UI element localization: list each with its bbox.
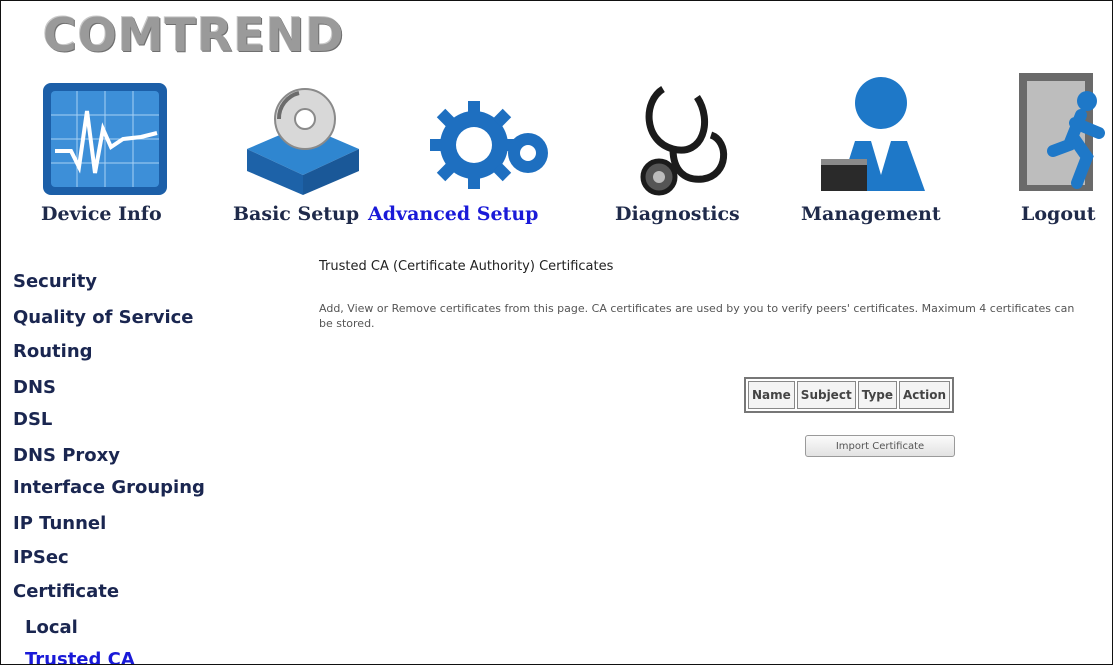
monitor-chart-icon: [43, 83, 167, 195]
column-header-subject: Subject: [796, 381, 856, 409]
column-header-name: Name: [748, 381, 795, 409]
column-header-action: Action: [899, 381, 951, 409]
sidebar-item-quality-of-service[interactable]: Quality of Service: [13, 307, 194, 328]
sidebar-item-security[interactable]: Security: [13, 271, 97, 292]
sidebar-item-local[interactable]: Local: [25, 617, 78, 638]
exit-door-icon: [1019, 73, 1105, 191]
sidebar-item-dsl[interactable]: DSL: [13, 409, 52, 430]
sidebar-item-certificate[interactable]: Certificate: [13, 581, 119, 602]
page-description: Add, View or Remove certificates from th…: [319, 302, 1075, 330]
column-header-type: Type: [857, 381, 897, 409]
nav-label: Basic Setup: [233, 203, 360, 225]
import-certificate-button[interactable]: Import Certificate: [805, 435, 955, 457]
nav-label: Management: [801, 203, 941, 225]
nav-label: Advanced Setup: [368, 203, 539, 225]
sidebar-item-dns-proxy[interactable]: DNS Proxy: [13, 445, 120, 466]
router-web-ui: COMTREND Device Info Basic Setup Advance…: [0, 0, 1113, 665]
brand-logo: COMTREND: [43, 8, 345, 62]
stethoscope-icon: [640, 86, 728, 196]
sidebar-item-dns[interactable]: DNS: [13, 377, 56, 398]
page-title: Trusted CA (Certificate Authority) Certi…: [319, 259, 614, 274]
user-icon: [821, 77, 925, 191]
nav-label: Diagnostics: [615, 203, 740, 225]
gears-icon: [430, 101, 548, 189]
sidebar-item-interface-grouping[interactable]: Interface Grouping: [13, 477, 205, 498]
sidebar-item-routing[interactable]: Routing: [13, 341, 93, 362]
cd-box-icon: [247, 88, 359, 195]
sidebar-item-ip-tunnel[interactable]: IP Tunnel: [13, 513, 106, 534]
nav-label: Device Info: [41, 203, 162, 225]
sidebar-item-ipsec[interactable]: IPSec: [13, 547, 69, 568]
nav-label: Logout: [1021, 203, 1096, 225]
table-header-row: Name Subject Type Action: [748, 381, 951, 409]
certificates-table: Name Subject Type Action: [744, 377, 955, 413]
sidebar-item-trusted-ca[interactable]: Trusted CA: [25, 649, 135, 664]
